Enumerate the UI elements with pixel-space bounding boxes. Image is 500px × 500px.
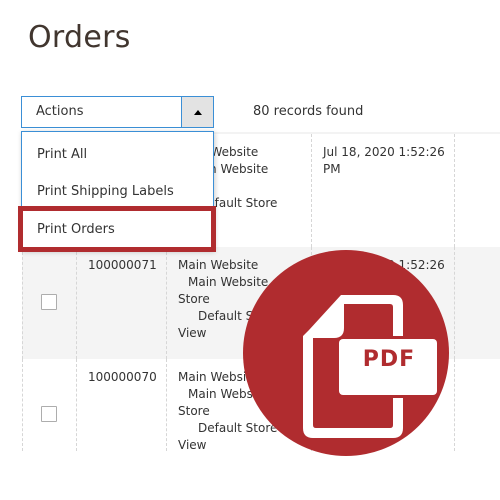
pdf-label: PDF — [362, 347, 416, 372]
records-count: 80 records found — [253, 104, 364, 119]
actions-dropdown-label: Actions — [36, 104, 84, 119]
order-id-cell: 100000070 — [76, 359, 166, 451]
menu-item-print-all[interactable]: Print All — [37, 147, 87, 162]
actions-dropdown-toggle[interactable] — [181, 97, 213, 127]
menu-item-print-shipping-labels[interactable]: Print Shipping Labels — [37, 184, 174, 199]
page-bottom — [0, 451, 500, 500]
purchase-date-cell: Jul 18, 2020 1:52:26 PM — [311, 134, 454, 247]
order-id-cell: 100000071 — [76, 247, 166, 359]
caret-up-icon — [193, 109, 202, 115]
pdf-badge: PDF — [243, 250, 449, 456]
page-title: Orders — [28, 20, 131, 55]
actions-dropdown[interactable]: Actions — [21, 96, 214, 128]
row-checkbox[interactable] — [41, 406, 57, 422]
next-column-cell — [454, 247, 500, 359]
checkbox-cell — [22, 247, 76, 359]
next-column-cell — [454, 359, 500, 451]
menu-item-print-orders[interactable]: Print Orders — [37, 222, 115, 237]
row-checkbox[interactable] — [41, 294, 57, 310]
grid-toolbar: Actions 80 records found — [0, 96, 500, 128]
next-column-cell — [454, 134, 500, 247]
checkbox-cell — [22, 359, 76, 451]
menu-item-print-orders-highlighted[interactable]: Print Orders — [18, 206, 216, 252]
